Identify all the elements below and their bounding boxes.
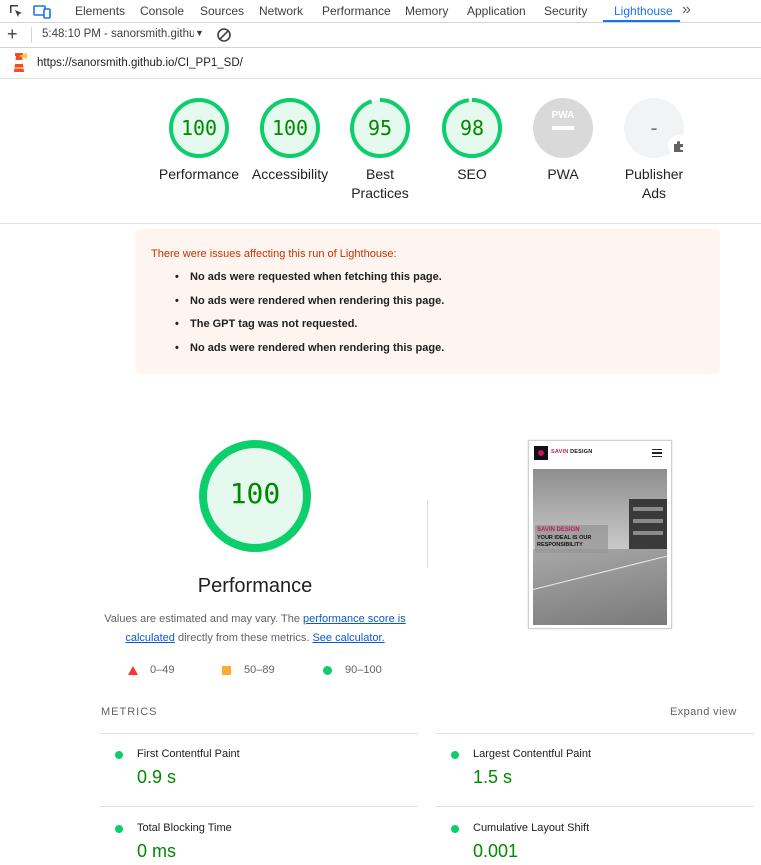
metric-value: 0.001 <box>473 841 519 861</box>
svg-text:PWA: PWA <box>552 110 575 121</box>
metric-total-blocking-time: Total Blocking Time 0 ms <box>100 820 400 865</box>
expand-view-toggle[interactable]: Expand view <box>670 706 737 718</box>
gauge-label: SEO <box>457 166 487 182</box>
lighthouse-logo-icon <box>10 52 28 79</box>
metric-largest-contentful-paint: Largest Contentful Paint 1.5 s <box>436 746 736 806</box>
site-logo-icon <box>534 446 548 460</box>
metric-name: Cumulative Layout Shift <box>473 822 590 834</box>
report-selector-label: 5:48:10 PM - sanorsmith.github.io <box>42 28 194 40</box>
building-image <box>629 499 667 549</box>
double-chevron-right-icon[interactable]: » <box>682 1 691 19</box>
hamburger-menu-icon <box>652 449 662 457</box>
brand-part: SAVIN <box>551 449 569 455</box>
pwa-badge-icon: PWA <box>533 98 593 158</box>
gauge-label: Performance <box>158 166 240 182</box>
gauge-publisher-ads[interactable]: - Publisher Ads <box>609 97 699 203</box>
gauge-score: 100 <box>271 116 309 140</box>
metric-name: Largest Contentful Paint <box>473 748 592 760</box>
pass-dot-icon <box>451 825 459 833</box>
warning-item: No ads were rendered when rendering this… <box>175 295 444 319</box>
gauge-best-practices[interactable]: 95 Best Practices <box>335 97 425 203</box>
hero-caption-title: SAVIN DESIGN <box>537 527 580 533</box>
metric-divider <box>100 733 418 734</box>
tab-console[interactable]: Console <box>140 0 184 23</box>
site-brand: SAVIN DESIGN <box>551 449 592 455</box>
warning-item: No ads were rendered when rendering this… <box>175 342 444 366</box>
warning-item: The GPT tag was not requested. <box>175 318 444 342</box>
square-icon <box>222 666 231 675</box>
legend-range: 50–89 <box>244 664 275 676</box>
toolbar-divider <box>31 27 32 43</box>
warnings-heading: There were issues affecting this run of … <box>151 248 397 260</box>
warning-item: No ads were requested when fetching this… <box>175 271 444 295</box>
calculator-link[interactable]: See calculator. <box>312 632 384 644</box>
report-url-bar: https://sanorsmith.github.io/CI_PP1_SD/ <box>0 48 761 79</box>
inspect-element-icon[interactable] <box>8 3 24 19</box>
tab-sources[interactable]: Sources <box>200 0 244 23</box>
gauge-label: PWA <box>547 166 579 182</box>
devtools-tabbar: Elements Console Sources Network Perform… <box>0 0 761 23</box>
desc-text: Values are estimated and may vary. The <box>104 613 303 625</box>
metric-cumulative-layout-shift: Cumulative Layout Shift 0.001 <box>436 820 736 865</box>
metric-name: Total Blocking Time <box>137 822 232 834</box>
pass-dot-icon <box>451 751 459 759</box>
metric-divider <box>436 733 754 734</box>
plugin-puzzle-icon <box>668 135 690 157</box>
gauge-performance[interactable]: 100 Performance <box>154 97 244 184</box>
performance-score: 100 <box>229 477 281 510</box>
lighthouse-toolbar: + 5:48:10 PM - sanorsmith.github.io ▼ <box>0 23 761 48</box>
legend-range: 0–49 <box>150 664 175 676</box>
pass-dot-icon <box>115 751 123 759</box>
performance-big-gauge: 100 <box>197 438 313 554</box>
report-selector[interactable]: 5:48:10 PM - sanorsmith.github.io <box>42 28 202 40</box>
gauge-score: 95 <box>367 116 393 140</box>
pass-dot-icon <box>115 825 123 833</box>
metric-value: 0 ms <box>137 841 177 861</box>
gauge-label: Accessibility <box>251 166 329 182</box>
performance-description: Values are estimated and may vary. The p… <box>100 610 410 648</box>
metric-divider <box>100 806 418 807</box>
gauge-accessibility[interactable]: 100 Accessibility <box>245 97 335 184</box>
legend-range: 90–100 <box>345 664 382 676</box>
gauge-score: 98 <box>459 116 485 140</box>
vertical-divider <box>427 500 428 568</box>
tab-network[interactable]: Network <box>259 0 303 23</box>
desc-text: directly from these metrics. <box>174 632 313 644</box>
performance-title: Performance <box>197 575 313 597</box>
report-url[interactable]: https://sanorsmith.github.io/CI_PP1_SD/ <box>37 57 243 69</box>
tab-memory[interactable]: Memory <box>405 0 448 23</box>
tab-performance[interactable]: Performance <box>322 0 391 23</box>
run-warnings-box: There were issues affecting this run of … <box>135 229 720 374</box>
caret-down-icon[interactable]: ▼ <box>195 28 204 38</box>
metrics-title: METRICS <box>101 706 158 718</box>
gauge-label: Publisher Ads <box>624 166 684 201</box>
hero-caption-body: YOUR IDEAL IS OUR RESPONSIBILITY <box>537 535 592 548</box>
screenshot-hero-image: SAVIN DESIGN YOUR IDEAL IS OUR RESPONSIB… <box>533 469 667 625</box>
metric-name: First Contentful Paint <box>137 748 240 760</box>
tab-elements[interactable]: Elements <box>75 0 125 23</box>
metric-first-contentful-paint: First Contentful Paint 0.9 s <box>100 746 400 806</box>
plus-icon[interactable]: + <box>7 25 18 43</box>
tab-security[interactable]: Security <box>544 0 587 23</box>
tab-application[interactable]: Application <box>467 0 526 23</box>
metric-divider <box>436 806 754 807</box>
gauge-label: Best Practices <box>351 166 409 201</box>
gauge-pwa[interactable]: PWA PWA <box>518 97 608 184</box>
circle-icon <box>323 666 332 675</box>
warnings-list: No ads were requested when fetching this… <box>175 271 444 365</box>
clear-block-icon[interactable] <box>216 27 232 48</box>
brand-part: DESIGN <box>568 449 593 455</box>
final-screenshot[interactable]: SAVIN DESIGN SAVIN DESIGN YOUR IDEAL IS … <box>528 440 672 629</box>
active-tab-indicator <box>603 20 680 22</box>
device-toolbar-icon[interactable] <box>33 3 51 19</box>
metric-value: 0.9 s <box>137 767 177 787</box>
gauge-seo[interactable]: 98 SEO <box>427 97 517 184</box>
gauge-score: 100 <box>180 116 218 140</box>
section-divider <box>0 223 761 224</box>
metric-value: 1.5 s <box>473 767 513 787</box>
screenshot-site-header: SAVIN DESIGN <box>529 441 671 465</box>
triangle-icon <box>128 666 138 675</box>
